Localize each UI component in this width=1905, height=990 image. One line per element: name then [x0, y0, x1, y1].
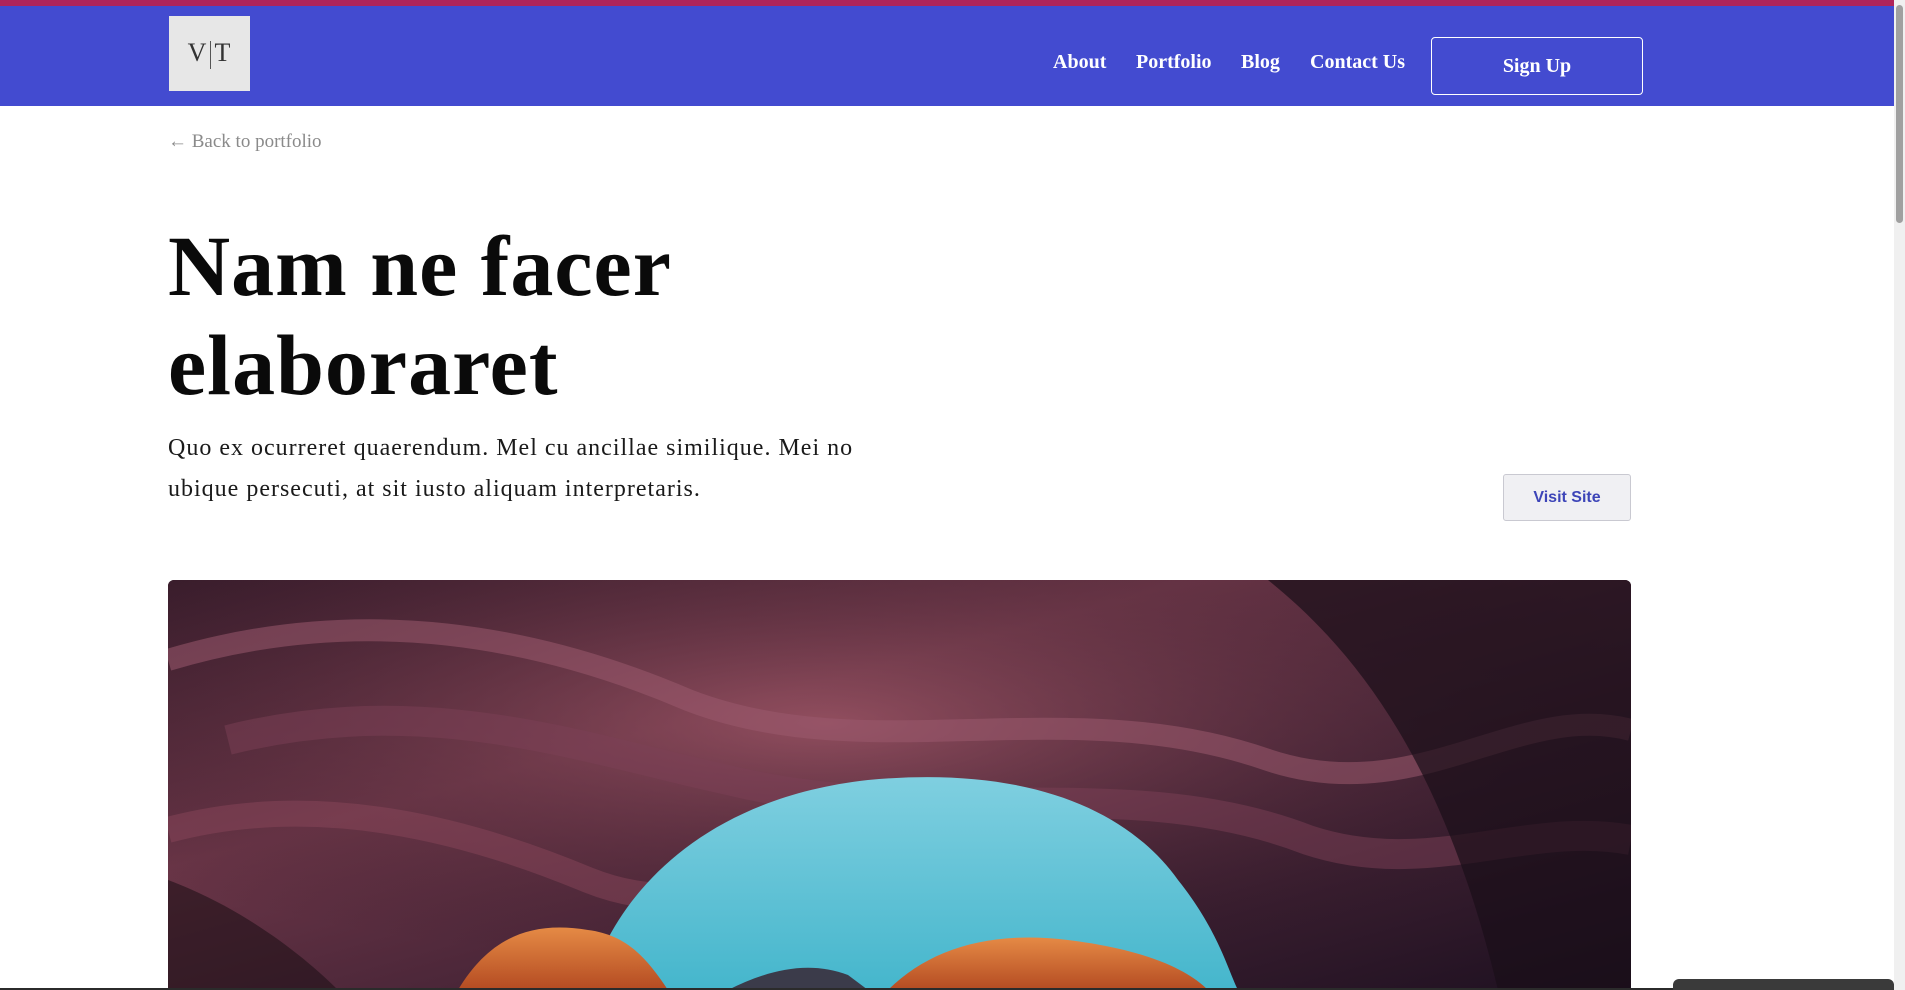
- canyon-photo: [168, 580, 1631, 990]
- hero-image: [168, 580, 1631, 990]
- nav-link-blog[interactable]: Blog: [1241, 52, 1280, 72]
- sign-up-button[interactable]: Sign Up: [1431, 37, 1643, 95]
- logo-mark: VT: [188, 38, 232, 70]
- back-to-portfolio-link[interactable]: ← Back to portfolio: [168, 131, 322, 153]
- visit-site-button[interactable]: Visit Site: [1503, 474, 1631, 521]
- nav-link-contact[interactable]: Contact Us: [1310, 52, 1405, 72]
- nav-link-about[interactable]: About: [1053, 52, 1106, 72]
- project-title: Nam ne facer elaboraret: [168, 217, 1068, 415]
- page-scrollbar[interactable]: [1894, 0, 1905, 990]
- site-logo[interactable]: VT: [169, 16, 250, 91]
- nav-link-portfolio[interactable]: Portfolio: [1136, 52, 1212, 72]
- project-description: Quo ex ocurreret quaerendum. Mel cu anci…: [168, 435, 854, 502]
- scrollbar-thumb[interactable]: [1896, 5, 1903, 223]
- title-line-1: Nam ne facer: [168, 218, 672, 314]
- site-header: VT About Portfolio Blog Contact Us Sign …: [0, 6, 1894, 106]
- bottom-right-popup: [1673, 979, 1894, 990]
- title-line-2: elaboraret: [168, 317, 559, 413]
